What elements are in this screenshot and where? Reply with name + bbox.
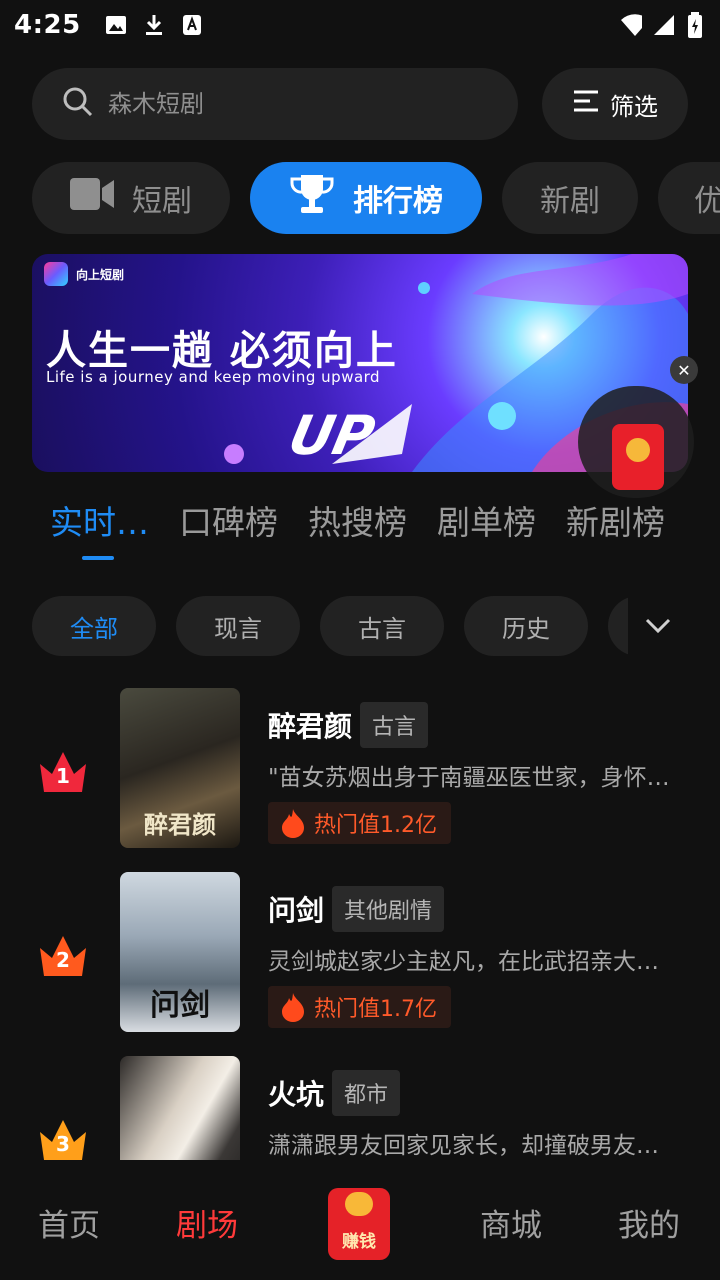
list-item[interactable]: 1 醉君颜 醉君颜 古言 "苗女苏烟出身于南疆巫医世家，身怀秘术 热门值1.2亿	[0, 688, 720, 848]
drama-title: 火坑	[268, 1078, 325, 1111]
heat-badge: 热门值1.7亿	[268, 986, 451, 1028]
tab-new-drama[interactable]: 新剧	[502, 162, 638, 234]
tab-premium[interactable]: 优	[658, 162, 720, 234]
genre-tag: 其他剧情	[332, 886, 445, 932]
tab-new-drama-rank[interactable]: 新剧榜	[566, 496, 665, 566]
font-notification-icon	[181, 14, 203, 36]
search-icon	[62, 86, 94, 122]
wifi-icon	[620, 14, 642, 36]
nav-theater[interactable]: 剧场	[176, 1200, 238, 1245]
genre-tag: 古言	[360, 702, 429, 748]
genre-more[interactable]	[608, 596, 628, 656]
chevron-down-icon[interactable]	[632, 596, 684, 656]
brand-logo-icon	[44, 262, 68, 286]
nav-home[interactable]: 首页	[38, 1200, 100, 1245]
image-notification-icon	[105, 14, 127, 36]
nav-earn-label: 赚钱	[342, 1232, 376, 1252]
drama-title: 问剑	[268, 894, 325, 927]
drama-poster[interactable]	[120, 1056, 240, 1160]
signal-icon	[652, 14, 674, 36]
banner-subtitle: Life is a journey and keep moving upward	[46, 368, 381, 386]
drama-title: 醉君颜	[268, 710, 353, 743]
video-camera-icon	[70, 176, 114, 220]
title-line: 醉君颜 古言	[268, 702, 429, 748]
tab-ranking-label: 排行榜	[353, 184, 443, 219]
genre-tag: 都市	[332, 1070, 401, 1116]
status-bar: 4:25	[0, 0, 720, 50]
drama-poster[interactable]: 醉君颜	[120, 688, 240, 848]
heat-badge: 热门值1.2亿	[268, 802, 451, 844]
tab-ranking[interactable]: 排行榜	[250, 162, 482, 234]
tab-new-drama-label: 新剧	[540, 184, 600, 219]
genre-history[interactable]: 历史	[464, 596, 588, 656]
list-item[interactable]: 3 火坑 都市 潇潇跟男友回家见家长，却撞破男友秘密	[0, 1056, 720, 1160]
search-bar[interactable]	[32, 68, 518, 140]
heat-value: 热门值1.2亿	[314, 813, 437, 838]
heat-value: 热门值1.7亿	[314, 997, 437, 1022]
search-row: 筛选	[32, 68, 688, 140]
trophy-icon	[289, 173, 335, 223]
tab-indicator	[82, 556, 114, 560]
rank-number: 2	[56, 948, 70, 972]
close-icon[interactable]: ✕	[670, 356, 698, 384]
red-packet-icon	[612, 424, 664, 490]
ranking-tabs: 实时… 口碑榜 热搜榜 剧单榜 新剧榜	[50, 496, 720, 566]
search-input[interactable]	[108, 90, 468, 118]
tab-reputation[interactable]: 口碑榜	[179, 496, 278, 566]
status-time: 4:25	[14, 10, 81, 40]
banner-up-logo: UP	[283, 404, 381, 467]
drama-poster[interactable]: 问剑	[120, 872, 240, 1032]
tab-playlist[interactable]: 剧单榜	[437, 496, 536, 566]
filter-label: 筛选	[610, 92, 658, 121]
rank-number: 3	[56, 1132, 70, 1156]
banner-brand-name: 向上短剧	[76, 267, 125, 282]
category-tabs: 短剧 排行榜 新剧 优	[32, 162, 720, 234]
genre-all[interactable]: 全部	[32, 596, 156, 656]
poster-title: 问剑	[150, 988, 210, 1023]
battery-icon	[684, 12, 706, 38]
poster-title: 醉君颜	[144, 810, 216, 839]
tab-premium-label: 优	[694, 184, 720, 219]
filter-button[interactable]: 筛选	[542, 68, 688, 140]
banner-brand: 向上短剧	[44, 262, 124, 286]
flame-icon	[282, 993, 304, 1022]
title-line: 问剑 其他剧情	[268, 886, 445, 932]
genre-ancient-romance[interactable]: 古言	[320, 596, 444, 656]
bottom-nav: 首页 剧场 赚钱 商城 我的	[0, 1160, 720, 1280]
title-line: 火坑 都市	[268, 1070, 401, 1116]
nav-mine[interactable]: 我的	[618, 1200, 680, 1245]
rank-number: 1	[56, 764, 70, 788]
tab-short-drama-label: 短剧	[132, 184, 192, 219]
drama-description: 灵剑城赵家少主赵凡，在比武招亲大会上	[268, 949, 678, 975]
download-icon	[143, 14, 165, 36]
nav-mall[interactable]: 商城	[480, 1200, 542, 1245]
list-item[interactable]: 2 问剑 问剑 其他剧情 灵剑城赵家少主赵凡，在比武招亲大会上 热门值1.7亿	[0, 872, 720, 1032]
filter-icon	[572, 89, 600, 119]
genre-modern-romance[interactable]: 现言	[176, 596, 300, 656]
floating-red-packet[interactable]	[578, 386, 694, 498]
flame-icon	[282, 809, 304, 838]
drama-description: 潇潇跟男友回家见家长，却撞破男友秘密	[268, 1133, 678, 1159]
drama-description: "苗女苏烟出身于南疆巫医世家，身怀秘术	[268, 765, 678, 791]
nav-earn-button[interactable]: 赚钱	[328, 1188, 390, 1260]
tab-short-drama[interactable]: 短剧	[32, 162, 230, 234]
tab-hot-search[interactable]: 热搜榜	[308, 496, 407, 566]
genre-filter: 全部 现言 古言 历史	[32, 596, 628, 656]
ranking-list: 1 醉君颜 醉君颜 古言 "苗女苏烟出身于南疆巫医世家，身怀秘术 热门值1.2亿…	[0, 684, 720, 1160]
